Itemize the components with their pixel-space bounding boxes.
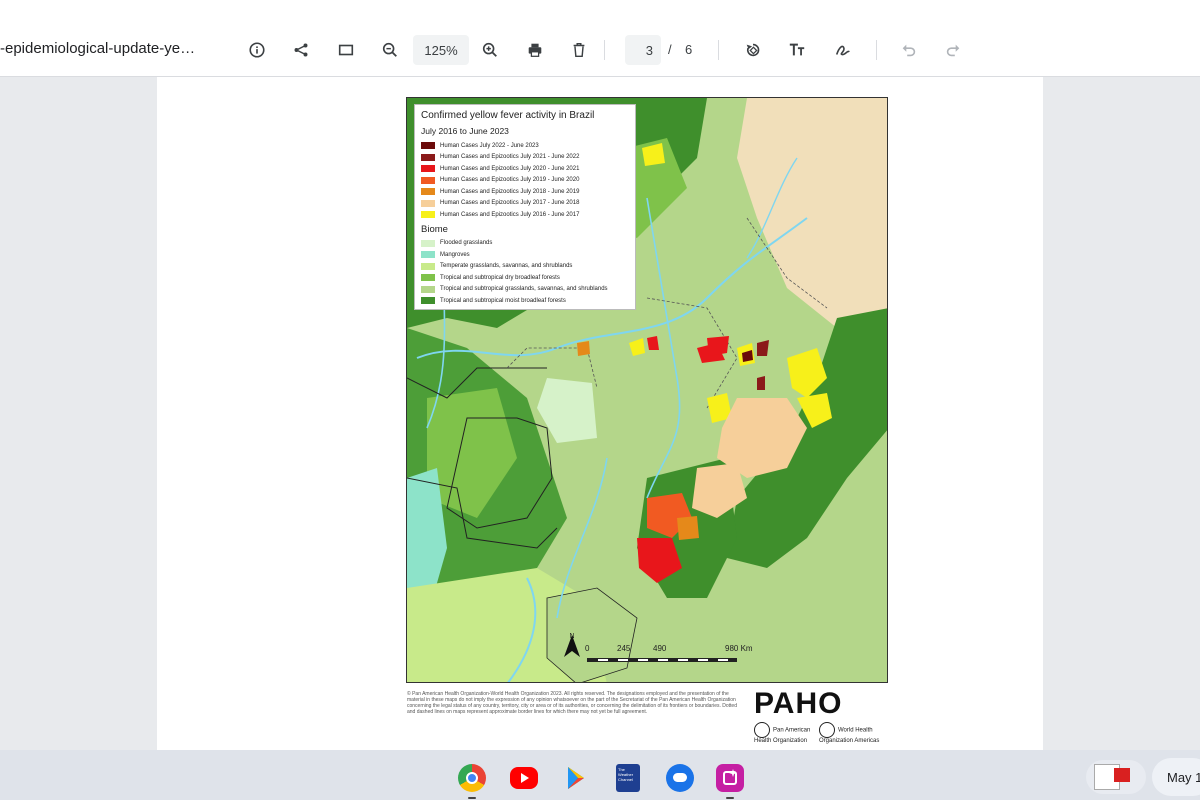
- holding-space-thumbnail[interactable]: [1086, 760, 1146, 794]
- legend-item: Human Cases and Epizootics July 2017 - J…: [421, 198, 629, 210]
- legend-item: Human Cases and Epizootics July 2020 - J…: [421, 163, 629, 175]
- text-icon[interactable]: [783, 36, 811, 64]
- share-icon[interactable]: [287, 36, 315, 64]
- toolbar-divider: [718, 40, 719, 60]
- legend-label: Human Cases and Epizootics July 2018 - J…: [440, 188, 580, 195]
- legend-item: Human Cases and Epizootics July 2021 - J…: [421, 152, 629, 164]
- legend-label: Human Cases and Epizootics July 2019 - J…: [440, 177, 580, 184]
- legend-label: Temperate grasslands, savannas, and shru…: [440, 263, 573, 270]
- legend-swatch: [421, 199, 435, 207]
- biome-heading: Biome: [421, 223, 448, 235]
- play-store-icon[interactable]: [562, 764, 590, 792]
- messages-icon[interactable]: [666, 764, 694, 792]
- legend-item: Temperate grasslands, savannas, and shru…: [421, 261, 629, 273]
- legend-swatch: [421, 142, 435, 150]
- legend-swatch: [421, 176, 435, 184]
- legend-item: Human Cases and Epizootics July 2019 - J…: [421, 175, 629, 187]
- legend-item: Mangroves: [421, 249, 629, 261]
- os-shelf: [0, 750, 1200, 800]
- zoom-out-icon[interactable]: [376, 36, 404, 64]
- youtube-icon[interactable]: [510, 767, 538, 789]
- weather-channel-icon[interactable]: The Weather Channel: [616, 764, 640, 792]
- page-separator: /: [668, 42, 672, 57]
- legend-label: Tropical and subtropical dry broadleaf f…: [440, 274, 560, 281]
- page-number-input[interactable]: 3: [625, 35, 661, 65]
- legend-item: Human Cases and Epizootics July 2018 - J…: [421, 186, 629, 198]
- pdf-page: Confirmed yellow fever activity in Brazi…: [157, 77, 1043, 750]
- legend-swatch: [421, 165, 435, 173]
- scale-label: 490: [653, 644, 667, 653]
- paho-org-name: Pan American Health Organization: [754, 722, 814, 744]
- legend-swatch: [421, 251, 435, 259]
- scale-label: 0: [585, 644, 590, 653]
- legend-swatch: [421, 211, 435, 219]
- legend-item: Tropical and subtropical dry broadleaf f…: [421, 272, 629, 284]
- who-org-name: World Health Organization Americas: [819, 722, 889, 744]
- system-tray-date[interactable]: May 1: [1152, 758, 1200, 796]
- running-indicator: [726, 797, 734, 799]
- screencast-icon[interactable]: [716, 764, 744, 792]
- yellow-fever-map: Confirmed yellow fever activity in Brazi…: [406, 97, 888, 683]
- map-legend: Confirmed yellow fever activity in Brazi…: [414, 104, 636, 310]
- info-icon[interactable]: [243, 36, 271, 64]
- page-total: 6: [685, 42, 693, 57]
- legend-label: Tropical and subtropical moist broadleaf…: [440, 297, 566, 304]
- pdf-toolbar: -epidemiological-update-ye… 125% 3 / 6: [0, 0, 1200, 77]
- zoom-in-icon[interactable]: [476, 36, 504, 64]
- toolbar-divider: [876, 40, 877, 60]
- map-disclaimer: © Pan American Health Organization-World…: [407, 691, 737, 715]
- paho-logo: PAHO: [754, 687, 843, 720]
- scale-bar: 0 245 490 980 Km: [585, 644, 757, 674]
- who-emblem-icon: [819, 722, 835, 738]
- map-subtitle: July 2016 to June 2023: [421, 126, 509, 136]
- legend-swatch: [421, 285, 435, 293]
- biome-legend: Flooded grasslands Mangroves Temperate g…: [421, 238, 629, 307]
- legend-swatch: [421, 297, 435, 305]
- legend-label: Human Cases and Epizootics July 2021 - J…: [440, 154, 580, 161]
- document-title: -epidemiological-update-ye…: [0, 40, 196, 57]
- legend-item: Tropical and subtropical grasslands, sav…: [421, 284, 629, 296]
- scale-label: 245: [617, 644, 631, 653]
- legend-swatch: [421, 153, 435, 161]
- legend-item: Human Cases and Epizootics July 2016 - J…: [421, 209, 629, 221]
- legend-label: Mangroves: [440, 251, 470, 258]
- legend-item: Human Cases July 2022 - June 2023: [421, 140, 629, 152]
- legend-label: Tropical and subtropical grasslands, sav…: [440, 286, 608, 293]
- paho-emblem-icon: [754, 722, 770, 738]
- zoom-level-input[interactable]: 125%: [413, 35, 469, 65]
- undo-icon[interactable]: [895, 36, 923, 64]
- legend-item: Flooded grasslands: [421, 238, 629, 250]
- rotate-icon[interactable]: [739, 36, 767, 64]
- draw-icon[interactable]: [829, 36, 857, 64]
- toolbar-divider: [604, 40, 605, 60]
- legend-item: Tropical and subtropical moist broadleaf…: [421, 295, 629, 307]
- map-title: Confirmed yellow fever activity in Brazi…: [421, 110, 595, 121]
- fit-page-icon[interactable]: [332, 36, 360, 64]
- legend-label: Human Cases July 2022 - June 2023: [440, 142, 539, 149]
- print-icon[interactable]: [521, 36, 549, 64]
- legend-label: Human Cases and Epizootics July 2016 - J…: [440, 211, 580, 218]
- legend-label: Human Cases and Epizootics July 2017 - J…: [440, 200, 580, 207]
- legend-swatch: [421, 239, 435, 247]
- scale-label: 980 Km: [725, 644, 753, 653]
- cases-legend: Human Cases July 2022 - June 2023 Human …: [421, 140, 629, 221]
- legend-swatch: [421, 262, 435, 270]
- scale-graphic: [587, 658, 737, 662]
- legend-swatch: [421, 188, 435, 196]
- running-indicator: [468, 797, 476, 799]
- legend-label: Flooded grasslands: [440, 240, 493, 247]
- chrome-icon[interactable]: [458, 764, 486, 792]
- delete-icon[interactable]: [565, 36, 593, 64]
- north-arrow-icon: N: [562, 633, 582, 669]
- legend-label: Human Cases and Epizootics July 2020 - J…: [440, 165, 580, 172]
- legend-swatch: [421, 274, 435, 282]
- redo-icon[interactable]: [939, 36, 967, 64]
